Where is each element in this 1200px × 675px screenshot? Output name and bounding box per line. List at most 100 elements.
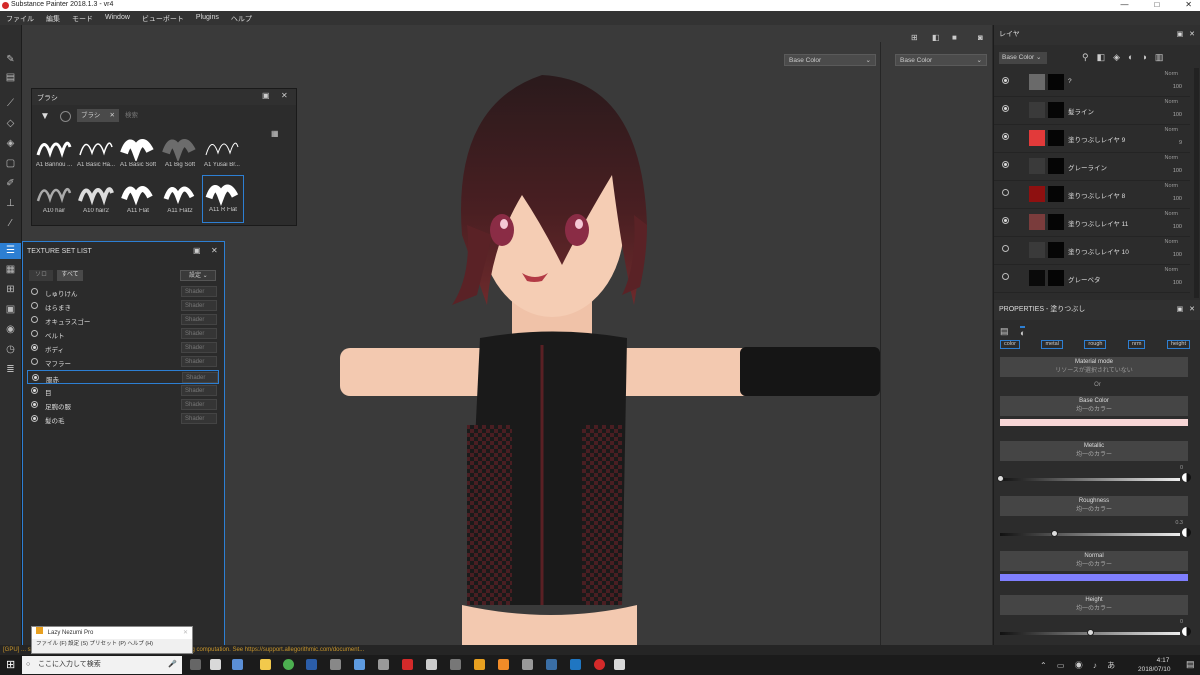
clock-date[interactable]: 2018/07/10 [1138,666,1171,673]
shader-settings-icon[interactable]: ◉ [4,323,17,336]
smudge-icon[interactable]: ✐ [4,177,17,190]
solo-button[interactable]: ソロ [29,270,53,281]
blender-icon[interactable] [498,659,509,670]
texture-picker-icon[interactable] [1182,473,1191,482]
layer-row[interactable]: 塗りつぶしレイヤ 9 Norm 9 [994,124,1190,153]
lazy-nezumi-window[interactable]: Lazy Nezumi Pro ✕ ファイル (F) 設定 (S) プリセット … [31,626,193,654]
photos-icon[interactable] [614,659,625,670]
lazy-nezumi-menu[interactable]: ファイル (F) 設定 (S) プリセット (P) ヘルプ (H) [32,639,192,650]
brush-item[interactable]: A1 Yusai Br... [202,131,242,175]
app-icon[interactable] [522,659,533,670]
texture-set-row[interactable]: 足腕の服 Shader [27,398,219,412]
projection-icon[interactable]: ◈ [4,137,17,150]
layer-row[interactable]: 塗りつぶしレイヤ 8 Norm 100 [994,180,1190,209]
close-icon[interactable]: ✕ [281,91,288,100]
channel-color[interactable]: color [1000,340,1020,349]
brush-search-input[interactable] [122,109,282,122]
task-view-icon[interactable] [190,659,201,670]
render-mode-icon[interactable]: ⊞ [911,33,918,42]
substance-painter-icon[interactable] [594,659,605,670]
brush-item[interactable]: A1 Basic Soft [118,131,158,175]
brush-item[interactable]: A1 Big Soft [160,131,200,175]
material-tab-icon[interactable]: ▤ [1000,326,1009,337]
base-color-section[interactable]: Base Color 均一のカラー [1000,396,1188,416]
clock-time[interactable]: 4:17 [1143,657,1183,664]
layer-row[interactable]: 塗りつぶしレイヤ 10 Norm 100 [994,236,1190,265]
panel-dock-icon[interactable]: ▣ [262,91,270,100]
height-section[interactable]: Height 均一のカラー [1000,595,1188,615]
channel-nrm[interactable]: nrm [1128,340,1146,349]
grid-view-icon[interactable]: ▦ [271,129,279,138]
layer-row[interactable]: 塗りつぶしレイヤ 11 Norm 100 [994,208,1190,237]
app-icon[interactable] [546,659,557,670]
app-icon[interactable] [570,659,581,670]
brush-item[interactable]: A11 Flat2 [160,177,200,221]
brush-item[interactable]: A1 Bannou ... [34,131,74,175]
menu-file[interactable]: ファイル [0,11,40,25]
polygon-fill-icon[interactable]: ▢ [4,157,17,170]
settings-dropdown[interactable]: 設定 ⌄ [180,270,216,281]
texture-set-row[interactable]: はらまき Shader [27,299,219,313]
texture-set-list-icon[interactable]: ☰ [0,243,21,259]
display-settings-icon[interactable]: ▣ [4,303,17,316]
ball-icon[interactable] [60,111,71,122]
layer-tools-icons[interactable]: ⚲◧◈◐◑▥ [1082,52,1171,63]
normal-color-swatch[interactable] [1000,574,1188,581]
texture-picker-icon[interactable] [1182,627,1191,636]
layer-row[interactable]: グレーベタ Norm 100 [994,264,1190,293]
texture-set-row[interactable]: ボディ Shader [27,341,219,355]
channel-metal[interactable]: metal [1041,340,1063,349]
store-icon[interactable] [210,659,221,670]
app-icon[interactable] [402,659,413,670]
texture-set-row[interactable]: 髪の毛 Shader [27,412,219,426]
panel-dock-icon[interactable]: ▣ [193,246,201,255]
photoshop-icon[interactable] [306,659,317,670]
texture-set-row[interactable]: しゅりけん Shader [27,285,219,299]
app-icon[interactable] [450,659,461,670]
clone-stamp-icon[interactable]: ⊥ [4,197,17,210]
texture-set-row[interactable]: ベルト Shader [27,327,219,341]
roughness-slider[interactable] [1000,530,1180,537]
brush-item[interactable]: A11 Flat [118,177,158,221]
app-icon[interactable] [354,659,365,670]
layer-scrollbar[interactable] [1194,68,1199,298]
brush-item[interactable]: A10 hair [34,177,74,221]
app-icon[interactable] [378,659,389,670]
chrome-icon[interactable] [283,659,294,670]
brush-item[interactable]: A10 hair2 [76,177,116,221]
filter-icon[interactable]: ▼ [40,111,50,122]
document-icon[interactable]: ▤ [4,71,17,84]
texture-set-row-selected[interactable]: 服赤 Shader [27,370,219,384]
texture-set-settings-icon[interactable]: ▦ [4,263,17,276]
height-slider[interactable] [1000,629,1180,636]
menu-mode[interactable]: モード [66,11,99,25]
texture-set-row[interactable]: マフラー Shader [27,355,219,369]
viewport-split-divider[interactable] [880,42,881,645]
close-button[interactable]: ✕ [1185,0,1192,9]
mail-icon[interactable] [232,659,243,670]
close-icon[interactable]: ✕ [211,246,218,255]
layer-row[interactable]: ? Norm 100 [994,68,1190,97]
explorer-icon[interactable] [260,659,271,670]
color-picker-icon[interactable]: ⁄ [4,217,17,230]
texture-set-row[interactable]: オキュラスゴー Shader [27,313,219,327]
brush-item-selected[interactable]: A11 R Flat [202,175,244,223]
layer-row[interactable]: グレーライン Norm 100 [994,152,1190,181]
log-icon[interactable]: ≣ [4,363,17,376]
eraser-icon[interactable]: ◇ [4,117,17,130]
history-icon[interactable]: ◷ [4,343,17,356]
channel-rough[interactable]: rough [1084,340,1107,349]
fill-tab-icon[interactable]: ◐ [1020,326,1026,338]
base-color-swatch[interactable] [1000,419,1188,426]
texture-set-row[interactable]: 目 Shader [27,384,219,398]
brush-tool-icon[interactable]: ⟋ [4,97,17,110]
menu-edit[interactable]: 編集 [40,11,66,25]
maximize-button[interactable]: □ [1154,0,1159,9]
app-icon[interactable] [426,659,437,670]
menu-window[interactable]: Window [99,11,136,25]
texture-picker-icon[interactable] [1182,528,1191,537]
taskbar-search-input[interactable]: ○ ここに入力して検索 🎤 [22,656,182,674]
brush-filter-tag[interactable]: ブラシ ✕ [77,109,119,122]
all-button[interactable]: すべて [57,270,83,281]
notifications-icon[interactable]: ▤ [1186,659,1195,670]
